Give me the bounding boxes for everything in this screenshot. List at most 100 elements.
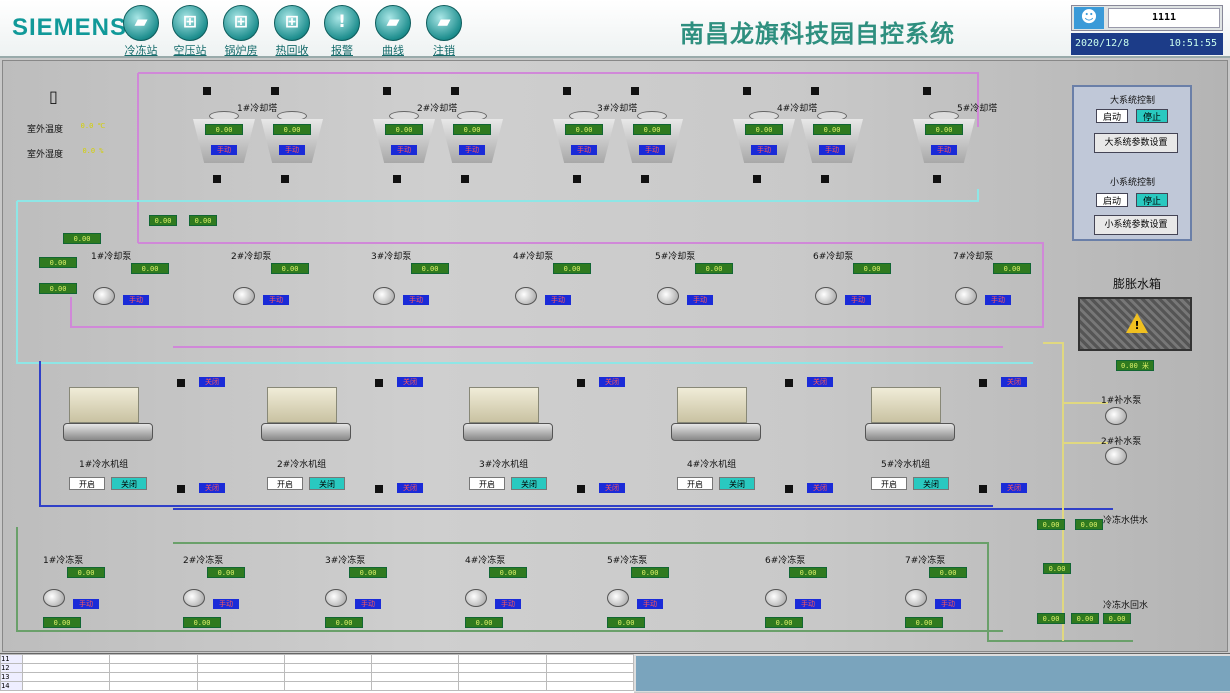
tower-status: 手动: [639, 145, 665, 155]
chiller-stop-button[interactable]: 关闭: [511, 477, 547, 490]
valve-icon[interactable]: [393, 175, 401, 183]
big-param-button[interactable]: 大系统参数设置: [1094, 133, 1178, 153]
tower-value: 0.00: [385, 124, 423, 135]
cooling-pump-icon[interactable]: [233, 287, 255, 305]
chiller-valve-state: 关闭: [397, 483, 423, 493]
cooling-pump-icon[interactable]: [815, 287, 837, 305]
grid-cell: [283, 681, 373, 691]
valve-icon[interactable]: [979, 485, 987, 493]
cooling-tower[interactable]: [913, 111, 975, 171]
valve-icon[interactable]: [563, 87, 571, 95]
valve-icon[interactable]: [383, 87, 391, 95]
return-label: 冷冻水回水: [1103, 601, 1149, 611]
small-param-button[interactable]: 小系统参数设置: [1094, 215, 1178, 235]
chiller-stop-button[interactable]: 关闭: [111, 477, 147, 490]
valve-icon[interactable]: [573, 175, 581, 183]
chiller-start-button[interactable]: 开启: [469, 477, 505, 490]
chilled-pump-icon[interactable]: [607, 589, 629, 607]
sensor-value: 0.00: [189, 215, 217, 226]
makeup-pump1-icon[interactable]: [1105, 407, 1127, 425]
chiller-stop-button[interactable]: 关闭: [913, 477, 949, 490]
valve-icon[interactable]: [375, 379, 383, 387]
valve-icon[interactable]: [979, 379, 987, 387]
cooling-pump-icon[interactable]: [373, 287, 395, 305]
cooling-tower[interactable]: [261, 111, 323, 171]
valve-icon[interactable]: [631, 87, 639, 95]
chilled-pump-icon[interactable]: [905, 589, 927, 607]
cooling-tower[interactable]: [801, 111, 863, 171]
chiller-unit[interactable]: [63, 387, 153, 443]
valve-icon[interactable]: [753, 175, 761, 183]
valve-icon[interactable]: [375, 485, 383, 493]
valve-icon[interactable]: [577, 485, 585, 493]
chilled-pump-value: 0.00: [929, 567, 967, 578]
nav-button-6[interactable]: ▰ 注销: [420, 5, 468, 57]
valve-icon[interactable]: [641, 175, 649, 183]
valve-icon[interactable]: [923, 87, 931, 95]
nav-button-4[interactable]: ! 报警: [318, 5, 366, 57]
cooling-pump-icon[interactable]: [657, 287, 679, 305]
cooling-pump-label: 7#冷却泵: [953, 252, 994, 262]
chiller-unit[interactable]: [463, 387, 553, 443]
valve-icon[interactable]: [177, 379, 185, 387]
chilled-pump-icon[interactable]: [325, 589, 347, 607]
nav-button-5[interactable]: ▰ 曲线: [369, 5, 417, 57]
nav-button-1[interactable]: ⊞ 空压站: [166, 5, 214, 57]
chiller-unit[interactable]: [865, 387, 955, 443]
chiller-unit[interactable]: [261, 387, 351, 443]
cooling-tower[interactable]: [441, 111, 503, 171]
network-icon: ⊞: [274, 5, 310, 41]
cooling-tower[interactable]: [553, 111, 615, 171]
user-box[interactable]: ☻ 1111: [1071, 5, 1223, 31]
big-start-button[interactable]: 启动: [1096, 109, 1128, 123]
valve-icon[interactable]: [177, 485, 185, 493]
valve-icon[interactable]: [461, 175, 469, 183]
small-stop-button[interactable]: 停止: [1136, 193, 1168, 207]
grid-cell: [109, 663, 198, 673]
valve-icon[interactable]: [213, 175, 221, 183]
makeup-pump2-icon[interactable]: [1105, 447, 1127, 465]
chiller-start-button[interactable]: 开启: [267, 477, 303, 490]
cooling-pump-icon[interactable]: [955, 287, 977, 305]
brand-logo: SIEMENS: [12, 14, 128, 41]
time-text: 10:51:55: [1168, 38, 1217, 49]
valve-icon[interactable]: [203, 87, 211, 95]
chilled-pump-icon[interactable]: [183, 589, 205, 607]
nav-button-0[interactable]: ▰ 冷冻站: [117, 5, 165, 57]
grid-cell: [458, 654, 547, 664]
valve-icon[interactable]: [743, 87, 751, 95]
valve-icon[interactable]: [933, 175, 941, 183]
chiller-stop-button[interactable]: 关闭: [719, 477, 755, 490]
tower-value: 0.00: [745, 124, 783, 135]
big-stop-button[interactable]: 停止: [1136, 109, 1168, 123]
chilled-pump-icon[interactable]: [765, 589, 787, 607]
nav-label: 空压站: [173, 44, 207, 57]
chilled-pump-icon[interactable]: [465, 589, 487, 607]
valve-icon[interactable]: [281, 175, 289, 183]
valve-icon[interactable]: [271, 87, 279, 95]
valve-icon[interactable]: [785, 379, 793, 387]
cooling-tower[interactable]: [373, 111, 435, 171]
chiller-start-button[interactable]: 开启: [677, 477, 713, 490]
chilled-pump-icon[interactable]: [43, 589, 65, 607]
small-start-button[interactable]: 启动: [1096, 193, 1128, 207]
cooling-tower[interactable]: [733, 111, 795, 171]
valve-icon[interactable]: [811, 87, 819, 95]
grid-cell: [21, 654, 111, 664]
chiller-valve-state: 关闭: [599, 483, 625, 493]
chiller-stop-button[interactable]: 关闭: [309, 477, 345, 490]
cooling-pump-icon[interactable]: [515, 287, 537, 305]
cooling-tower[interactable]: [193, 111, 255, 171]
chiller-start-button[interactable]: 开启: [871, 477, 907, 490]
chiller-start-button[interactable]: 开启: [69, 477, 105, 490]
cooling-tower[interactable]: [621, 111, 683, 171]
valve-icon[interactable]: [577, 379, 585, 387]
valve-icon[interactable]: [821, 175, 829, 183]
cooling-pump-value: 0.00: [553, 263, 591, 274]
cooling-pump-icon[interactable]: [93, 287, 115, 305]
chiller-unit[interactable]: [671, 387, 761, 443]
nav-button-2[interactable]: ⊞ 锅炉房: [217, 5, 265, 57]
valve-icon[interactable]: [785, 485, 793, 493]
valve-icon[interactable]: [451, 87, 459, 95]
nav-button-3[interactable]: ⊞ 热回收: [268, 5, 316, 57]
